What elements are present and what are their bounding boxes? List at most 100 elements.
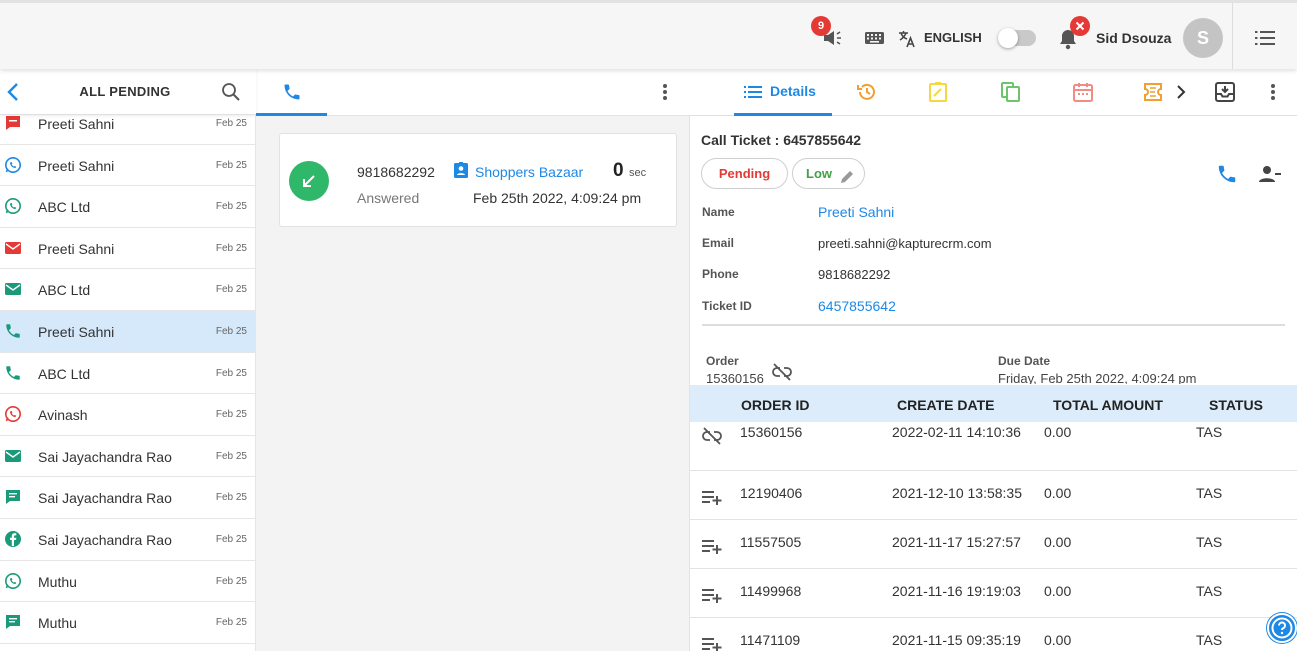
list-item[interactable]: Muthu Feb 25	[0, 602, 255, 644]
playlist-add-icon[interactable]	[702, 537, 722, 555]
unlink-icon[interactable]	[772, 363, 792, 381]
list-item-date: Feb 25	[215, 492, 247, 504]
field-label: Phone	[702, 267, 739, 281]
contact-card-icon	[454, 162, 468, 178]
list-item-name: Muthu	[38, 573, 77, 590]
orders-table-header: ORDER ID CREATE DATE TOTAL AMOUNT STATUS	[690, 385, 1297, 422]
ticket-details-panel: Details Call Ticket : 6457855642 Pending…	[690, 69, 1297, 651]
section-divider	[702, 324, 1285, 326]
history-icon[interactable]	[856, 81, 878, 103]
more-vertical-icon[interactable]	[1270, 83, 1276, 101]
theme-toggle[interactable]	[998, 28, 1036, 48]
chat-icon	[4, 488, 22, 506]
remove-contact-icon[interactable]	[1258, 164, 1282, 184]
list-icon	[744, 85, 762, 99]
table-row[interactable]: 11557505 2021-11-17 15:27:57 0.00 TAS	[690, 520, 1297, 569]
incoming-call-icon	[289, 161, 329, 201]
company-link[interactable]: Shoppers Bazaar	[475, 164, 583, 180]
active-tab-underline	[734, 113, 832, 116]
calendar-icon[interactable]	[1072, 81, 1094, 103]
pending-list-panel: Preeti Sahni Feb 25 Preeti Sahni Feb 25 …	[0, 69, 256, 651]
list-item-date: Feb 25	[215, 201, 247, 213]
help-icon[interactable]	[1267, 613, 1297, 643]
playlist-add-icon[interactable]	[702, 635, 722, 651]
list-item[interactable]: Preeti Sahni Feb 25	[0, 310, 255, 353]
top-bar: 9 ENGLISH Sid Dsouza S	[0, 0, 1297, 69]
phone-icon	[4, 364, 22, 382]
table-row[interactable]: 15360156 2022-02-11 14:10:36 0.00 TAS	[690, 422, 1297, 471]
status-cell: TAS	[1196, 424, 1223, 440]
list-item[interactable]: Sai Jayachandra Rao Feb 25	[0, 477, 255, 519]
search-icon[interactable]	[221, 82, 241, 102]
list-item[interactable]: ABC Ltd Feb 25	[0, 269, 255, 311]
caller-number: 9818682292	[357, 164, 435, 180]
list-item[interactable]: Avinash Feb 25	[0, 394, 255, 436]
call-record-card[interactable]: 9818682292 Answered Shoppers Bazaar 0 se…	[279, 133, 677, 227]
list-item[interactable]: Muthu Feb 25	[0, 560, 255, 603]
list-item-date: Feb 25	[215, 284, 247, 296]
playlist-add-icon[interactable]	[702, 586, 722, 604]
amount-cell: 0.00	[1044, 534, 1072, 550]
menu-list-icon[interactable]	[1255, 30, 1275, 46]
order-value: 15360156	[706, 371, 764, 384]
archive-icon[interactable]	[1215, 82, 1235, 102]
priority-label: Low	[806, 166, 832, 181]
field-value[interactable]: Preeti Sahni	[818, 204, 894, 220]
list-item-date: Feb 25	[215, 367, 247, 379]
playlist-add-icon[interactable]	[702, 488, 722, 506]
copy-files-icon[interactable]	[1000, 81, 1022, 103]
notes-icon[interactable]	[928, 81, 948, 103]
field-label: Ticket ID	[702, 299, 752, 313]
chevron-right-icon[interactable]	[1176, 85, 1186, 99]
create-date-cell: 2021-11-16 19:19:03	[892, 583, 1021, 599]
unlink-icon[interactable]	[702, 427, 722, 445]
column-create-date[interactable]: CREATE DATE	[897, 397, 994, 413]
list-item[interactable]: Sai Jayachandra Rao Feb 25	[0, 518, 255, 561]
email-icon	[4, 447, 22, 465]
call-duration-unit: sec	[629, 167, 647, 179]
list-item[interactable]: Sai Jayachandra Rao Feb 25	[0, 435, 255, 478]
phone-icon	[4, 322, 22, 340]
column-total-amount[interactable]: TOTAL AMOUNT	[1053, 397, 1163, 413]
list-item-date: Feb 25	[215, 409, 247, 421]
list-item[interactable]: ABC Ltd Feb 25	[0, 352, 255, 395]
avatar[interactable]: S	[1183, 18, 1223, 58]
list-item[interactable]: Preeti Sahni Feb 25	[0, 144, 255, 187]
detail-tabs: Details	[690, 69, 1297, 116]
keyboard-icon[interactable]	[864, 30, 885, 46]
field-value[interactable]: 6457855642	[818, 298, 896, 314]
ticket-icon[interactable]	[1143, 81, 1163, 103]
field-value: preeti.sahni@kapturecrm.com	[818, 236, 992, 251]
create-date-cell: 2022-02-11 14:10:36	[892, 424, 1021, 440]
translate-icon[interactable]	[897, 29, 917, 49]
column-order-id[interactable]: ORDER ID	[741, 397, 809, 413]
conversation-list: Preeti Sahni Feb 25 Preeti Sahni Feb 25 …	[0, 103, 255, 644]
whatsapp-icon	[4, 156, 22, 174]
list-item-name: ABC Ltd	[38, 199, 91, 216]
more-vertical-icon[interactable]	[662, 83, 668, 101]
active-tab-underline	[256, 113, 327, 116]
tab-details[interactable]: Details	[770, 83, 816, 99]
field-value: 9818682292	[818, 267, 891, 282]
edit-pencil-icon[interactable]	[839, 166, 855, 183]
column-status[interactable]: STATUS	[1209, 397, 1263, 413]
table-row[interactable]: 11499968 2021-11-16 19:19:03 0.00 TAS	[690, 569, 1297, 618]
table-row[interactable]: 12190406 2021-12-10 13:58:35 0.00 TAS	[690, 471, 1297, 520]
table-row[interactable]: 11471109 2021-11-15 09:35:19 0.00 TAS	[690, 618, 1297, 651]
list-item[interactable]: ABC Ltd Feb 25	[0, 186, 255, 228]
due-date-label: Due Date	[998, 354, 1051, 368]
user-name[interactable]: Sid Dsouza	[1096, 30, 1171, 46]
list-item-date: Feb 25	[215, 533, 247, 545]
notification-error-badge	[1070, 16, 1090, 36]
whatsapp-icon	[4, 572, 22, 590]
status-pill[interactable]: Pending	[701, 158, 788, 189]
phone-tab-icon[interactable]	[282, 82, 302, 102]
list-item-name: Sai Jayachandra Rao	[38, 448, 172, 465]
list-item-name: Sai Jayachandra Rao	[38, 531, 172, 548]
order-info: Order 15360156 Due Date Friday, Feb 25th…	[690, 351, 1297, 384]
language-selector[interactable]: ENGLISH	[924, 30, 982, 45]
list-item-date: Feb 25	[215, 450, 247, 462]
priority-pill[interactable]: Low	[792, 158, 865, 189]
call-contact-icon[interactable]	[1216, 163, 1238, 185]
list-item[interactable]: Preeti Sahni Feb 25	[0, 227, 255, 270]
